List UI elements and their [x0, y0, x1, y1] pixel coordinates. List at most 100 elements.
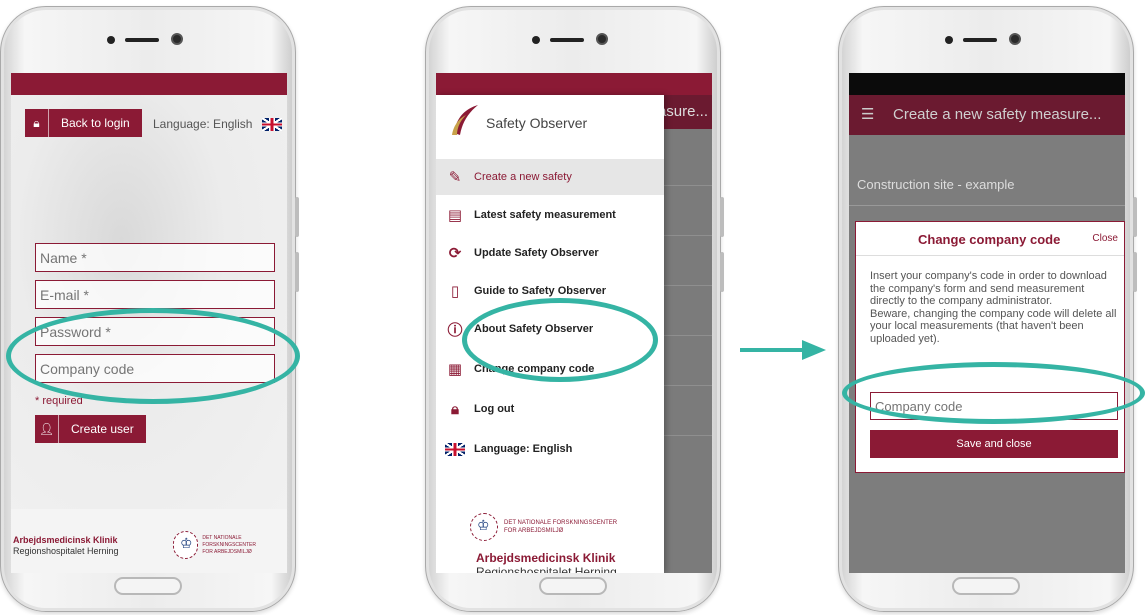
hamburger-menu-icon[interactable]: ☰ [861, 105, 874, 123]
briefcase-icon: ▦ [447, 360, 463, 378]
list-divider [664, 285, 712, 286]
menu-item-create[interactable]: ✎ Create a new safety [436, 159, 664, 195]
phone-drawer: asure... Safety Observer ✎ Create a new … [425, 6, 724, 612]
phone-change-code: ☰ Create a new safety measure... Constru… [838, 6, 1137, 612]
menu-item-language[interactable]: Language: English [436, 431, 664, 467]
menu-item-about[interactable]: ⓘ About Safety Observer [436, 311, 664, 347]
add-user-icon: 👤︎ [35, 415, 59, 443]
drawer-app-title: Safety Observer [486, 115, 588, 131]
drawer-header: Safety Observer [436, 95, 664, 155]
list-divider [664, 385, 712, 386]
status-bar [11, 73, 287, 95]
menu-item-label: Update Safety Observer [474, 247, 599, 259]
app-bar: ☰ Create a new safety measure... [849, 95, 1125, 135]
app-bar-title: Create a new safety measure... [893, 106, 1102, 123]
email-input[interactable] [35, 280, 275, 309]
login-footer: Arbejdsmedicinsk Klinik Regionshospitale… [11, 509, 287, 573]
phone-speaker [1, 33, 295, 47]
safety-observer-logo [452, 105, 478, 135]
clipboard-icon: ▤ [447, 206, 463, 224]
arrow-right-icon [802, 340, 826, 360]
footer-org-name: Arbejdsmedicinsk Klinik [476, 551, 616, 565]
home-button [114, 577, 182, 595]
company-code-input[interactable] [870, 392, 1118, 420]
list-divider [664, 335, 712, 336]
menu-item-guide[interactable]: ▯ Guide to Safety Observer [436, 273, 664, 309]
phone-side-button [295, 252, 299, 292]
language-selector[interactable]: Language: English [153, 117, 282, 132]
phone-login: 🔒︎ Back to login Language: English * req… [0, 6, 299, 612]
footer-org-name: Arbejdsmedicinsk Klinik [13, 535, 118, 545]
login-screen: 🔒︎ Back to login Language: English * req… [11, 73, 287, 573]
menu-item-change-company-code[interactable]: ▦ Change company code [436, 351, 664, 387]
create-user-label: Create user [71, 422, 134, 436]
phone-side-button [1133, 252, 1137, 292]
menu-item-label: About Safety Observer [474, 323, 594, 335]
dialog-body: Insert your company's code in order to d… [870, 270, 1118, 345]
menu-item-label: Change company code [474, 363, 595, 375]
arrow-connector [740, 348, 804, 352]
menu-item-label: Latest safety measurement [474, 209, 616, 221]
footer-center-name: DET NATIONALE FORSKNINGSCENTER [504, 520, 618, 526]
drawer-screen: asure... Safety Observer ✎ Create a new … [436, 73, 712, 573]
dialog-instructions: Insert your company's code in order to d… [870, 270, 1107, 307]
dialog-warning: Beware, changing the company code will d… [870, 307, 1117, 345]
app-bar-title: asure... [657, 103, 708, 120]
save-and-close-button[interactable]: Save and close [870, 430, 1118, 458]
list-divider [664, 235, 712, 236]
footer-center-sub: FOR ARBEJDSMILJØ [504, 528, 564, 534]
list-divider [664, 185, 712, 186]
lock-icon: 🔒︎ [451, 400, 459, 418]
password-input[interactable] [35, 317, 275, 346]
phone-side-button [295, 197, 299, 237]
construction-site-label: Construction site - example [857, 177, 1015, 192]
menu-item-label: Language: English [474, 443, 573, 455]
status-bar [436, 73, 712, 95]
camera-icon [596, 33, 608, 45]
close-button[interactable]: Close [1092, 233, 1118, 244]
phone-side-button [720, 197, 724, 237]
document-icon: ▯ [450, 282, 460, 300]
uk-flag-icon [436, 440, 474, 458]
navigation-drawer: Safety Observer ✎ Create a new safety ▤ … [436, 95, 664, 573]
back-to-login-label: Back to login [61, 116, 130, 130]
footer-org-sub: Regionshospitalet Herning [13, 546, 119, 556]
back-to-login-button[interactable]: 🔒︎ Back to login [25, 109, 142, 137]
footer-center-sub: FOR ARBEJDSMILJØ [202, 548, 252, 555]
company-code-input[interactable] [35, 354, 275, 383]
required-note: * required [35, 395, 83, 407]
speaker-slot [125, 38, 159, 42]
help-icon: ⓘ [447, 320, 463, 339]
home-button [539, 577, 607, 595]
research-center-seal-icon [470, 513, 498, 541]
status-bar [849, 73, 1125, 95]
refresh-icon: ⟳ [448, 244, 462, 262]
speaker-slot [963, 38, 997, 42]
sensor-dot [532, 36, 540, 44]
camera-icon [171, 33, 183, 45]
menu-item-latest[interactable]: ▤ Latest safety measurement [436, 197, 664, 233]
phone-speaker [426, 33, 720, 47]
menu-item-label: Log out [474, 403, 515, 415]
menu-item-label: Guide to Safety Observer [474, 285, 607, 297]
uk-flag-icon [261, 118, 282, 132]
change-code-screen: ☰ Create a new safety measure... Constru… [849, 73, 1125, 573]
language-label: Language: English [153, 117, 253, 131]
list-divider [849, 205, 1125, 206]
sensor-dot [107, 36, 115, 44]
home-button [952, 577, 1020, 595]
change-company-code-dialog: Change company code Close Insert your co… [855, 221, 1125, 473]
research-center-seal-icon [173, 531, 199, 559]
name-input[interactable] [35, 243, 275, 272]
list-divider [664, 435, 712, 436]
camera-icon [1009, 33, 1021, 45]
footer-center-name: DET NATIONALE FORSKNINGSCENTER [202, 534, 256, 548]
edit-icon: ✎ [448, 168, 462, 186]
phone-side-button [720, 252, 724, 292]
menu-item-label: Create a new safety [474, 171, 572, 183]
create-user-button[interactable]: 👤︎ Create user [35, 415, 146, 443]
lock-icon: 🔒︎ [25, 109, 49, 137]
menu-item-update[interactable]: ⟳ Update Safety Observer [436, 235, 664, 271]
dialog-title: Change company code [918, 232, 1061, 247]
menu-item-logout[interactable]: 🔒︎ Log out [436, 391, 664, 427]
